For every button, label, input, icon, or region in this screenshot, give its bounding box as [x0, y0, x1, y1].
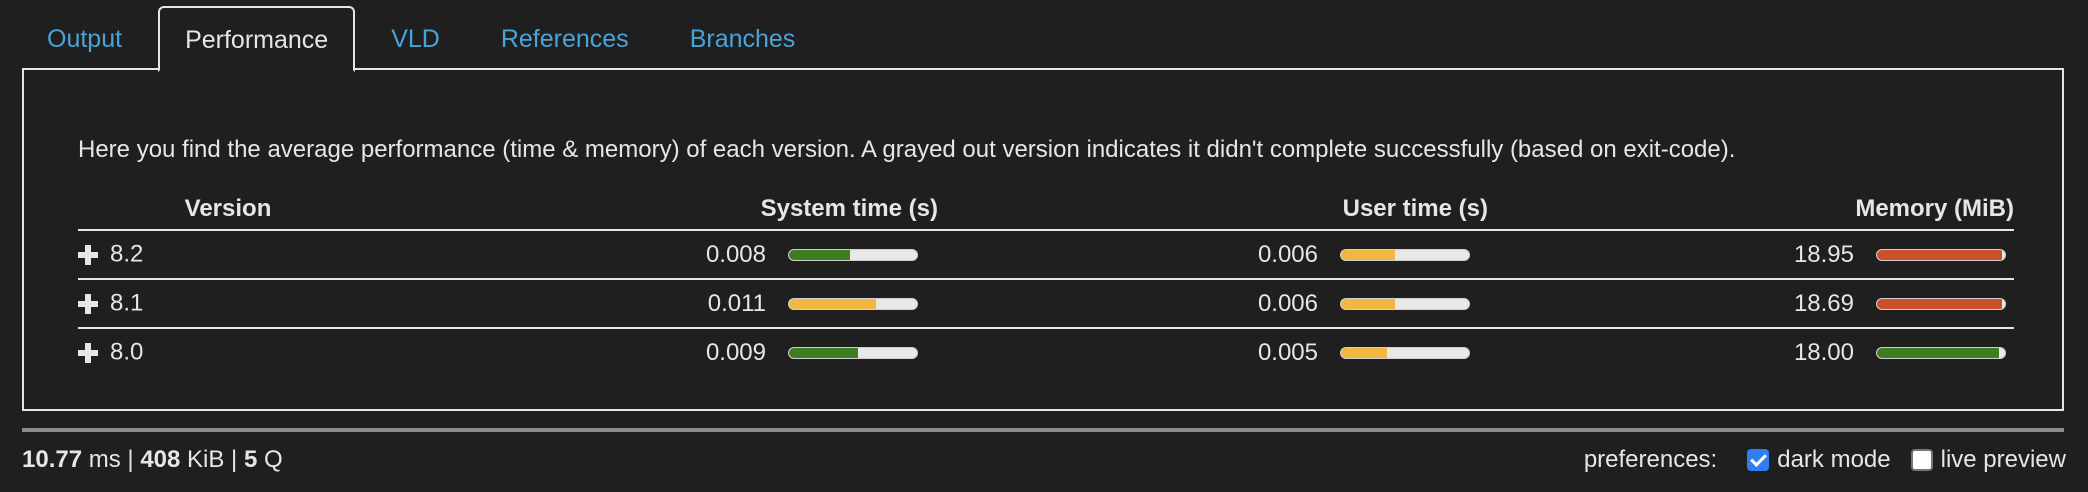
live-preview-label[interactable]: live preview	[1941, 446, 2066, 474]
memory-bar	[1876, 346, 2006, 359]
plus-icon[interactable]	[78, 244, 98, 265]
system-time-cell: 0.009	[378, 328, 938, 376]
system-time-bar	[788, 346, 918, 359]
system-time-value: 0.009	[705, 338, 766, 366]
performance-table: Version System time (s) User time (s) Me…	[78, 189, 2014, 376]
footer-stats: 10.77 ms | 408 KiB | 5 Q	[22, 446, 283, 474]
stats-separator: |	[224, 446, 244, 473]
version-label: 8.1	[110, 289, 144, 317]
memory-bar	[1876, 248, 2006, 261]
user-time-cell: 0.005	[938, 328, 1488, 376]
time-unit: ms	[82, 446, 121, 473]
checkbox-unchecked-icon[interactable]	[1910, 449, 1933, 471]
version-label: 8.0	[110, 338, 144, 366]
system-time-bar	[788, 248, 918, 261]
stats-separator: |	[120, 446, 141, 473]
header-user-time: User time (s)	[938, 189, 1488, 231]
user-time-bar	[1340, 346, 1470, 359]
system-time-bar-fill	[789, 249, 851, 260]
user-time-cell: 0.006	[938, 230, 1488, 280]
dark-mode-toggle[interactable]: dark mode	[1747, 446, 1891, 474]
checkbox-checked-icon[interactable]	[1747, 449, 1770, 471]
memory-value: 18.69	[1793, 289, 1854, 317]
tab-references[interactable]: References	[476, 27, 654, 70]
footer-divider	[22, 428, 2064, 432]
preferences: preferences: dark mode live preview	[1584, 446, 2066, 474]
table-header-row: Version System time (s) User time (s) Me…	[78, 189, 2014, 231]
performance-panel: Here you find the average performance (t…	[22, 68, 2064, 411]
header-memory: Memory (MiB)	[1488, 189, 2014, 231]
memory-bar-fill	[1877, 249, 2003, 260]
header-version: Version	[78, 189, 378, 231]
system-time-value: 0.011	[707, 289, 766, 317]
user-time-value: 0.006	[1257, 289, 1318, 317]
system-time-cell: 0.008	[378, 230, 938, 280]
system-time-bar-fill	[789, 347, 859, 358]
version-label: 8.2	[110, 240, 144, 268]
user-time-value: 0.006	[1257, 240, 1318, 268]
user-time-bar-fill	[1341, 298, 1395, 309]
memory-value: 18.00	[1793, 338, 1854, 366]
tab-bar: Output Performance VLD References Branch…	[22, 5, 831, 72]
version-cell: 8.2	[78, 230, 378, 280]
dark-mode-label[interactable]: dark mode	[1777, 446, 1890, 474]
memory-cell: 18.95	[1488, 230, 2014, 280]
memory-cell: 18.69	[1488, 279, 2014, 329]
tab-vld[interactable]: VLD	[366, 27, 465, 70]
tab-branches[interactable]: Branches	[665, 27, 821, 70]
table-row: 8.0 0.009 0.005 18.00	[78, 328, 2014, 376]
memory-bar	[1876, 297, 2006, 310]
memory-usage-value: 408	[140, 446, 181, 473]
live-preview-toggle[interactable]: live preview	[1910, 446, 2066, 474]
queries-unit: Q	[257, 446, 283, 473]
user-time-bar-fill	[1341, 347, 1388, 358]
system-time-cell: 0.011	[378, 279, 938, 329]
user-time-value: 0.005	[1257, 338, 1318, 366]
user-time-bar-fill	[1341, 249, 1395, 260]
plus-icon[interactable]	[78, 293, 98, 314]
time-value: 10.77	[22, 446, 83, 473]
memory-usage-unit: KiB	[180, 446, 225, 473]
tab-output[interactable]: Output	[22, 27, 147, 70]
user-time-bar	[1340, 248, 1470, 261]
header-system-time: System time (s)	[378, 189, 938, 231]
table-row: 8.1 0.011 0.006 18.69	[78, 279, 2014, 329]
memory-bar-fill	[1877, 347, 1999, 358]
plus-icon[interactable]	[78, 342, 98, 363]
system-time-bar	[788, 297, 918, 310]
system-time-bar-fill	[789, 298, 877, 309]
memory-value: 18.95	[1793, 240, 1854, 268]
preferences-label: preferences:	[1583, 446, 1718, 473]
table-row: 8.2 0.008 0.006 18.95	[78, 230, 2014, 280]
version-cell: 8.1	[78, 279, 378, 329]
system-time-value: 0.008	[705, 240, 766, 268]
tab-performance[interactable]: Performance	[158, 6, 356, 72]
memory-cell: 18.00	[1488, 328, 2014, 376]
user-time-cell: 0.006	[938, 279, 1488, 329]
performance-intro-text: Here you find the average performance (t…	[78, 136, 1736, 163]
memory-bar-fill	[1877, 298, 2003, 309]
queries-value: 5	[243, 446, 258, 473]
user-time-bar	[1340, 297, 1470, 310]
version-cell: 8.0	[78, 328, 378, 376]
